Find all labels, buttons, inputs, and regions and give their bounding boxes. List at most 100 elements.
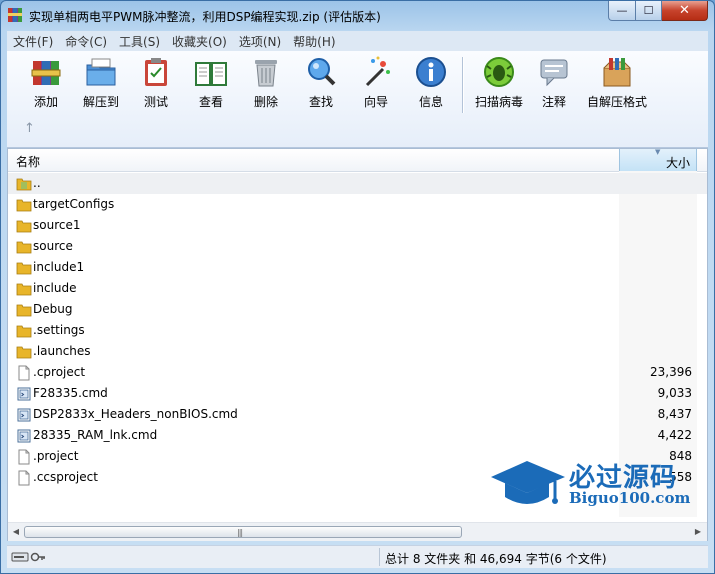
graduation-cap-icon bbox=[491, 461, 565, 504]
virus-scan-icon bbox=[484, 57, 514, 87]
file-row[interactable]: source bbox=[8, 236, 707, 257]
cmd-file-icon bbox=[17, 408, 31, 422]
info-label: 信息 bbox=[418, 95, 443, 109]
winrar-app-icon[interactable] bbox=[7, 7, 23, 23]
parent-folder-icon bbox=[16, 178, 32, 191]
toolbar: 添加 解压到 测试 查看 删除 查找 向导 信息 扫描病毒 注释 自解压格式 ↑ bbox=[7, 51, 708, 148]
file-name: .cproject bbox=[33, 365, 86, 379]
file-icon bbox=[18, 365, 30, 381]
cmd-file-icon bbox=[17, 429, 31, 443]
file-row[interactable]: 28335_RAM_lnk.cmd 4,422 bbox=[8, 425, 707, 446]
watermark-en: Biguo100.com bbox=[569, 489, 691, 507]
file-size: 9,033 bbox=[657, 386, 692, 400]
extract-to-label: 解压到 bbox=[82, 95, 119, 109]
virus-scan-label: 扫描病毒 bbox=[474, 95, 523, 109]
add-button[interactable]: 添加 bbox=[19, 55, 73, 113]
extract-to-button[interactable]: 解压到 bbox=[74, 55, 128, 113]
file-name: include1 bbox=[33, 260, 85, 274]
file-name: DSP2833x_Headers_nonBIOS.cmd bbox=[33, 407, 238, 421]
scrollbar-thumb[interactable]: ||| bbox=[24, 526, 462, 538]
file-row[interactable]: .cproject 23,396 bbox=[8, 362, 707, 383]
menu-commands[interactable]: 命令(C) bbox=[59, 33, 113, 50]
wizard-label: 向导 bbox=[363, 95, 388, 109]
folder-icon bbox=[16, 283, 32, 296]
file-icon bbox=[18, 470, 30, 486]
file-row[interactable]: source1 bbox=[8, 215, 707, 236]
folder-icon bbox=[16, 325, 32, 338]
status-divider bbox=[379, 548, 380, 566]
find-label: 查找 bbox=[308, 95, 333, 109]
find-button[interactable]: 查找 bbox=[294, 55, 348, 113]
status-summary: 总计 8 文件夹 和 46,694 字节(6 个文件) bbox=[385, 552, 607, 566]
title-bar: 实现单相两电平PWM脉冲整流，利用DSP编程实现.zip (评估版本) — ☐ … bbox=[1, 1, 714, 29]
maximize-button[interactable]: ☐ bbox=[636, 1, 662, 21]
column-name-header[interactable]: 名称 bbox=[16, 153, 40, 170]
menu-help[interactable]: 帮助(H) bbox=[287, 33, 341, 50]
close-button[interactable]: ✕ bbox=[662, 1, 708, 21]
sfx-button[interactable]: 自解压格式 bbox=[584, 55, 650, 113]
parent-folder-row[interactable]: .. bbox=[8, 173, 707, 194]
view-button[interactable]: 查看 bbox=[184, 55, 238, 113]
file-name: .. bbox=[33, 176, 41, 190]
file-name: source bbox=[33, 239, 73, 253]
wizard-button[interactable]: 向导 bbox=[349, 55, 403, 113]
comment-button[interactable]: 注释 bbox=[527, 55, 581, 113]
drive-status-icon[interactable] bbox=[11, 550, 47, 564]
info-icon bbox=[416, 57, 446, 87]
file-name: targetConfigs bbox=[33, 197, 115, 211]
status-bar: 总计 8 文件夹 和 46,694 字节(6 个文件) bbox=[7, 545, 708, 568]
file-size: 4,422 bbox=[657, 428, 692, 442]
scroll-left-icon[interactable]: ◀ bbox=[9, 525, 23, 539]
cmd-file-icon bbox=[17, 387, 31, 401]
file-row[interactable]: Debug bbox=[8, 299, 707, 320]
file-name: Debug bbox=[33, 302, 73, 316]
file-name: include bbox=[33, 281, 77, 295]
file-row[interactable]: include bbox=[8, 278, 707, 299]
test-button[interactable]: 测试 bbox=[129, 55, 183, 113]
menu-file[interactable]: 文件(F) bbox=[7, 33, 59, 50]
folder-icon bbox=[16, 346, 32, 359]
file-row[interactable]: include1 bbox=[8, 257, 707, 278]
file-row[interactable]: .settings bbox=[8, 320, 707, 341]
horizontal-scrollbar[interactable]: ◀ ||| ▶ bbox=[8, 522, 707, 541]
file-size: 8,437 bbox=[657, 407, 692, 421]
minimize-button[interactable]: — bbox=[608, 1, 636, 21]
delete-button[interactable]: 删除 bbox=[239, 55, 293, 113]
menu-favorites[interactable]: 收藏夹(O) bbox=[166, 33, 233, 50]
menu-bar: 文件(F) 命令(C) 工具(S) 收藏夹(O) 选项(N) 帮助(H) bbox=[7, 31, 708, 51]
watermark-logo: 必过源码 Biguo100.com bbox=[489, 455, 699, 515]
virus-scan-button[interactable]: 扫描病毒 bbox=[468, 55, 530, 113]
menu-options[interactable]: 选项(N) bbox=[233, 33, 287, 50]
up-folder-button[interactable]: ↑ bbox=[24, 121, 35, 136]
folder-icon bbox=[16, 304, 32, 317]
file-row[interactable]: targetConfigs bbox=[8, 194, 707, 215]
menu-tools[interactable]: 工具(S) bbox=[113, 33, 166, 50]
column-header-row: 名称 ▼ 大小 bbox=[8, 148, 707, 172]
file-row[interactable]: DSP2833x_Headers_nonBIOS.cmd 8,437 bbox=[8, 404, 707, 425]
file-name: .project bbox=[33, 449, 79, 463]
trash-icon bbox=[255, 60, 277, 87]
wizard-wand-icon bbox=[365, 56, 390, 87]
file-row[interactable]: F28335.cmd 9,033 bbox=[8, 383, 707, 404]
file-name: .launches bbox=[33, 344, 91, 358]
delete-label: 删除 bbox=[253, 95, 278, 109]
file-size: 23,396 bbox=[650, 365, 692, 379]
file-name: F28335.cmd bbox=[33, 386, 108, 400]
column-size-header[interactable]: ▼ 大小 bbox=[619, 148, 697, 171]
scroll-grip-icon: ||| bbox=[237, 528, 243, 537]
toolbar-separator bbox=[462, 57, 464, 113]
file-icon bbox=[18, 449, 30, 465]
file-name: 28335_RAM_lnk.cmd bbox=[33, 428, 158, 442]
test-clipboard-icon bbox=[145, 58, 167, 86]
extract-folder-icon bbox=[86, 58, 116, 86]
add-label: 添加 bbox=[33, 95, 58, 109]
file-row[interactable]: .launches bbox=[8, 341, 707, 362]
folder-icon bbox=[16, 220, 32, 233]
add-archive-icon bbox=[31, 61, 61, 85]
view-book-icon bbox=[195, 62, 227, 86]
info-button[interactable]: 信息 bbox=[404, 55, 458, 113]
file-name: source1 bbox=[33, 218, 81, 232]
window-title: 实现单相两电平PWM脉冲整流，利用DSP编程实现.zip (评估版本) bbox=[29, 10, 381, 24]
magnifier-icon bbox=[308, 58, 336, 86]
scroll-right-icon[interactable]: ▶ bbox=[691, 525, 705, 539]
